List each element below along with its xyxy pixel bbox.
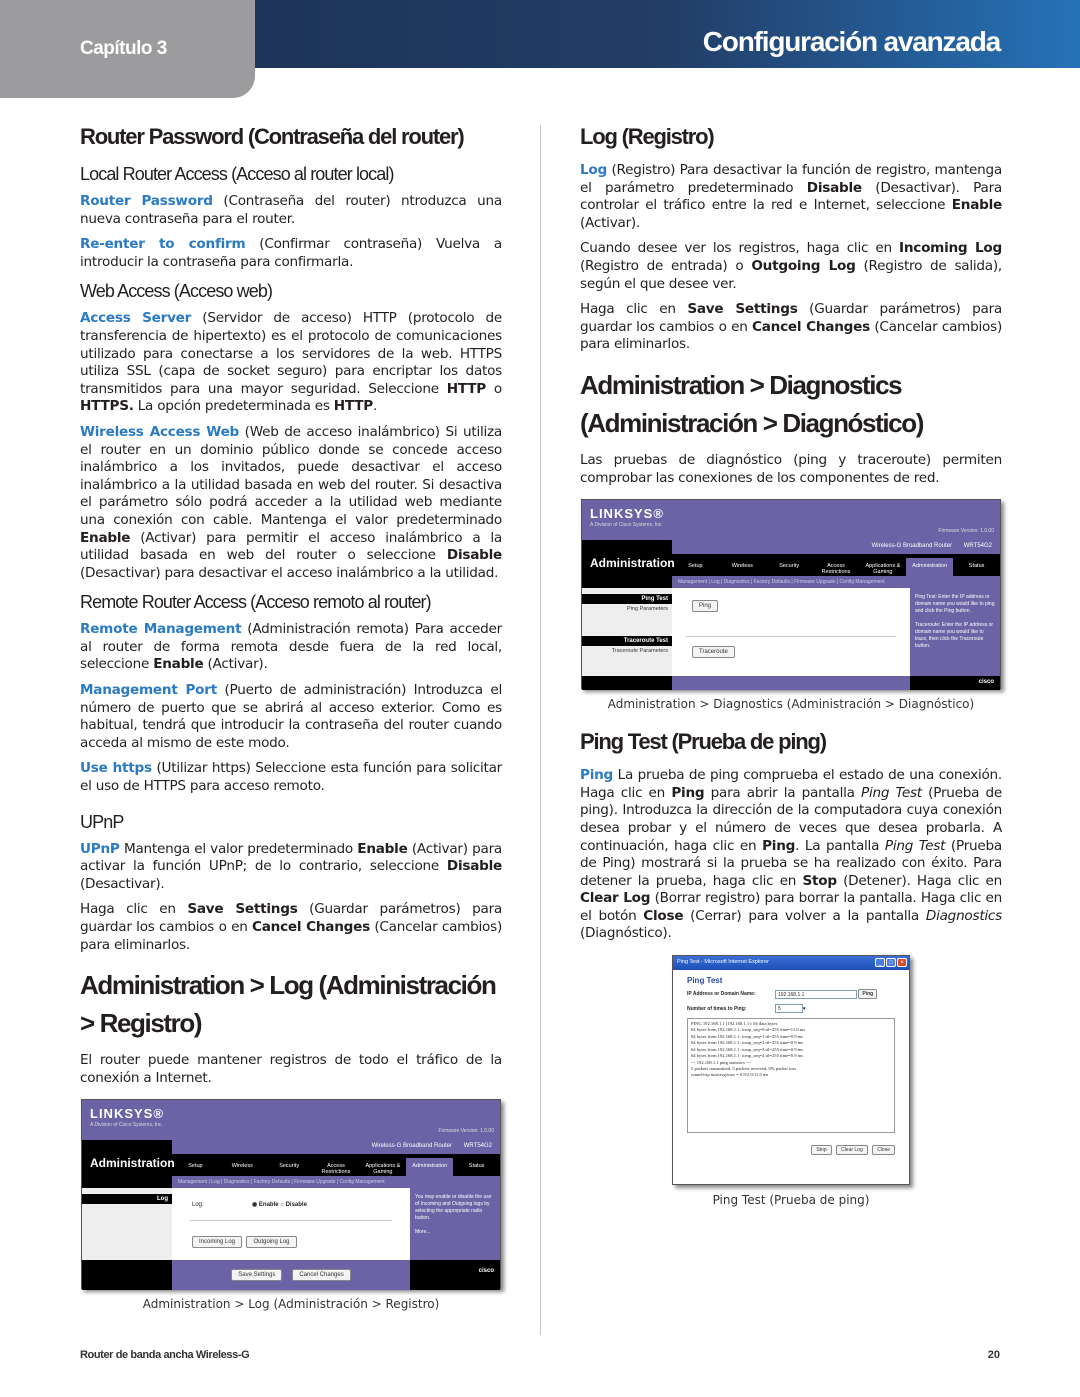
- para-router-password: Router Password (Contraseña del router) …: [80, 193, 502, 227]
- radio-enable[interactable]: ◉: [252, 1202, 259, 1208]
- heading-log: Log (Registro): [580, 124, 715, 149]
- ping-count-select[interactable]: 5: [775, 1004, 803, 1014]
- tab-apps[interactable]: Applications & Gaming: [359, 1158, 406, 1176]
- cisco-logo: cisco: [410, 1260, 500, 1291]
- column-divider: [540, 125, 541, 1335]
- heading-admin-log: Administration > Log (Administración > R…: [80, 970, 497, 1039]
- para-view-logs: Cuando desee ver los registros, haga cli…: [580, 240, 1002, 292]
- tab-status[interactable]: Status: [453, 1158, 500, 1176]
- chapter-tab: Capítulo 3: [0, 0, 255, 98]
- page-title: Configuración avanzada: [702, 26, 1001, 57]
- ip-address-input[interactable]: 192.168.1.1: [775, 989, 857, 999]
- minimize-icon[interactable]: _: [875, 958, 885, 968]
- kw-router-password: Router Password: [80, 193, 213, 209]
- linksys-logo: LINKSYS®: [90, 1106, 164, 1122]
- cancel-changes-button[interactable]: Cancel Changes: [292, 1269, 351, 1282]
- section-title: Administration: [90, 1156, 175, 1171]
- footer-product: Router de banda ancha Wireless-G: [80, 1349, 250, 1361]
- header-bar: Configuración avanzada: [255, 0, 1080, 68]
- tab-wireless[interactable]: Wireless: [219, 1158, 266, 1176]
- para-admin-log-intro: El router puede mantener registros de to…: [80, 1052, 502, 1086]
- clear-log-button[interactable]: Clear Log: [836, 1145, 868, 1156]
- chapter-label: Capítulo 3: [80, 38, 167, 59]
- para-access-server: Access Server (Servidor de acceso) HTTP …: [80, 310, 503, 415]
- save-settings-button[interactable]: Save Settings: [231, 1269, 283, 1282]
- tab-access[interactable]: Access Restrictions: [313, 1158, 360, 1176]
- ping-test-window: Ping Test - Microsoft Internet Explorer …: [672, 955, 910, 1186]
- left-column: Router Password (Contraseña del router) …: [80, 118, 502, 1327]
- tab-setup[interactable]: Setup: [172, 1158, 219, 1176]
- diagnostics-caption: Administration > Diagnostics (Administra…: [607, 697, 975, 712]
- close-icon[interactable]: ×: [897, 958, 907, 968]
- window-titlebar: Ping Test - Microsoft Internet Explorer …: [673, 956, 909, 971]
- log-screenshot: LINKSYS® A Division of Cisco Systems, Inc…: [81, 1099, 501, 1291]
- page-number: 20: [987, 1349, 1000, 1361]
- para-log: Log (Registro) Para desactivar la funció…: [580, 162, 1002, 231]
- outgoing-log-button[interactable]: Outgoing Log: [246, 1236, 297, 1249]
- para-diag-intro: Las pruebas de diagnóstico (ping y trace…: [580, 451, 1002, 486]
- close-button[interactable]: Close: [872, 1145, 895, 1156]
- para-wireless-access: Wireless Access Web (Web de acceso inalá…: [80, 423, 502, 581]
- heading-upnp: UPnP: [80, 811, 124, 832]
- para-save-note: Haga clic en Save Settings (Guardar pará…: [80, 901, 502, 953]
- heading-local-access: Local Router Access (Acceso al router lo…: [80, 164, 394, 184]
- heading-remote-access: Remote Router Access (Acceso remoto al r…: [80, 592, 432, 613]
- traceroute-button[interactable]: Traceroute: [692, 646, 735, 659]
- para-save-note-right: Haga clic en Save Settings (Guardar pará…: [580, 301, 1002, 353]
- incoming-log-button[interactable]: Incoming Log: [192, 1236, 243, 1249]
- heading-web-access: Web Access (Acceso web): [80, 281, 273, 302]
- para-upnp: UPnP Mantenga el valor predeterminado En…: [80, 840, 502, 892]
- heading-diagnostics: Administration > Diagnostics (Administra…: [580, 369, 924, 438]
- para-reenter: Re-enter to confirm (Confirmar contraseñ…: [80, 236, 502, 270]
- kw-reenter: Re-enter to confirm: [80, 236, 246, 253]
- log-caption: Administration > Log (Administración > R…: [142, 1297, 440, 1312]
- heading-router-password: Router Password (Contraseña del router): [80, 124, 465, 149]
- diagnostics-screenshot: LINKSYS® A Division of Cisco Systems, Inc…: [581, 499, 1001, 691]
- ping-caption: Ping Test (Prueba de ping): [712, 1193, 870, 1208]
- para-ping: Ping La prueba de ping comprueba el esta…: [580, 767, 1003, 942]
- dialog-ping-button[interactable]: Ping: [858, 989, 878, 1000]
- para-mgmt-port: Management Port (Puerto de administració…: [80, 682, 502, 751]
- heading-ping-test: Ping Test (Prueba de ping): [580, 729, 827, 755]
- tab-administration[interactable]: Administration: [406, 1158, 454, 1177]
- right-column: Log (Registro) Log (Registro) Para desac…: [580, 118, 1002, 1223]
- tab-security[interactable]: Security: [266, 1158, 313, 1176]
- subtabs[interactable]: Management | Log | Diagnostics | Factory…: [172, 1176, 500, 1189]
- para-remote-mgmt: Remote Management (Administración remota…: [80, 621, 503, 673]
- ping-button[interactable]: Ping: [692, 600, 719, 613]
- para-use-https: Use https (Utilizar https) Seleccione es…: [80, 760, 502, 795]
- stop-button[interactable]: Stop: [811, 1145, 832, 1156]
- maximize-icon[interactable]: □: [886, 958, 896, 968]
- ping-log-output[interactable]: PING 192.168.1.1 (192.168.1.1): 56 data …: [687, 1018, 895, 1134]
